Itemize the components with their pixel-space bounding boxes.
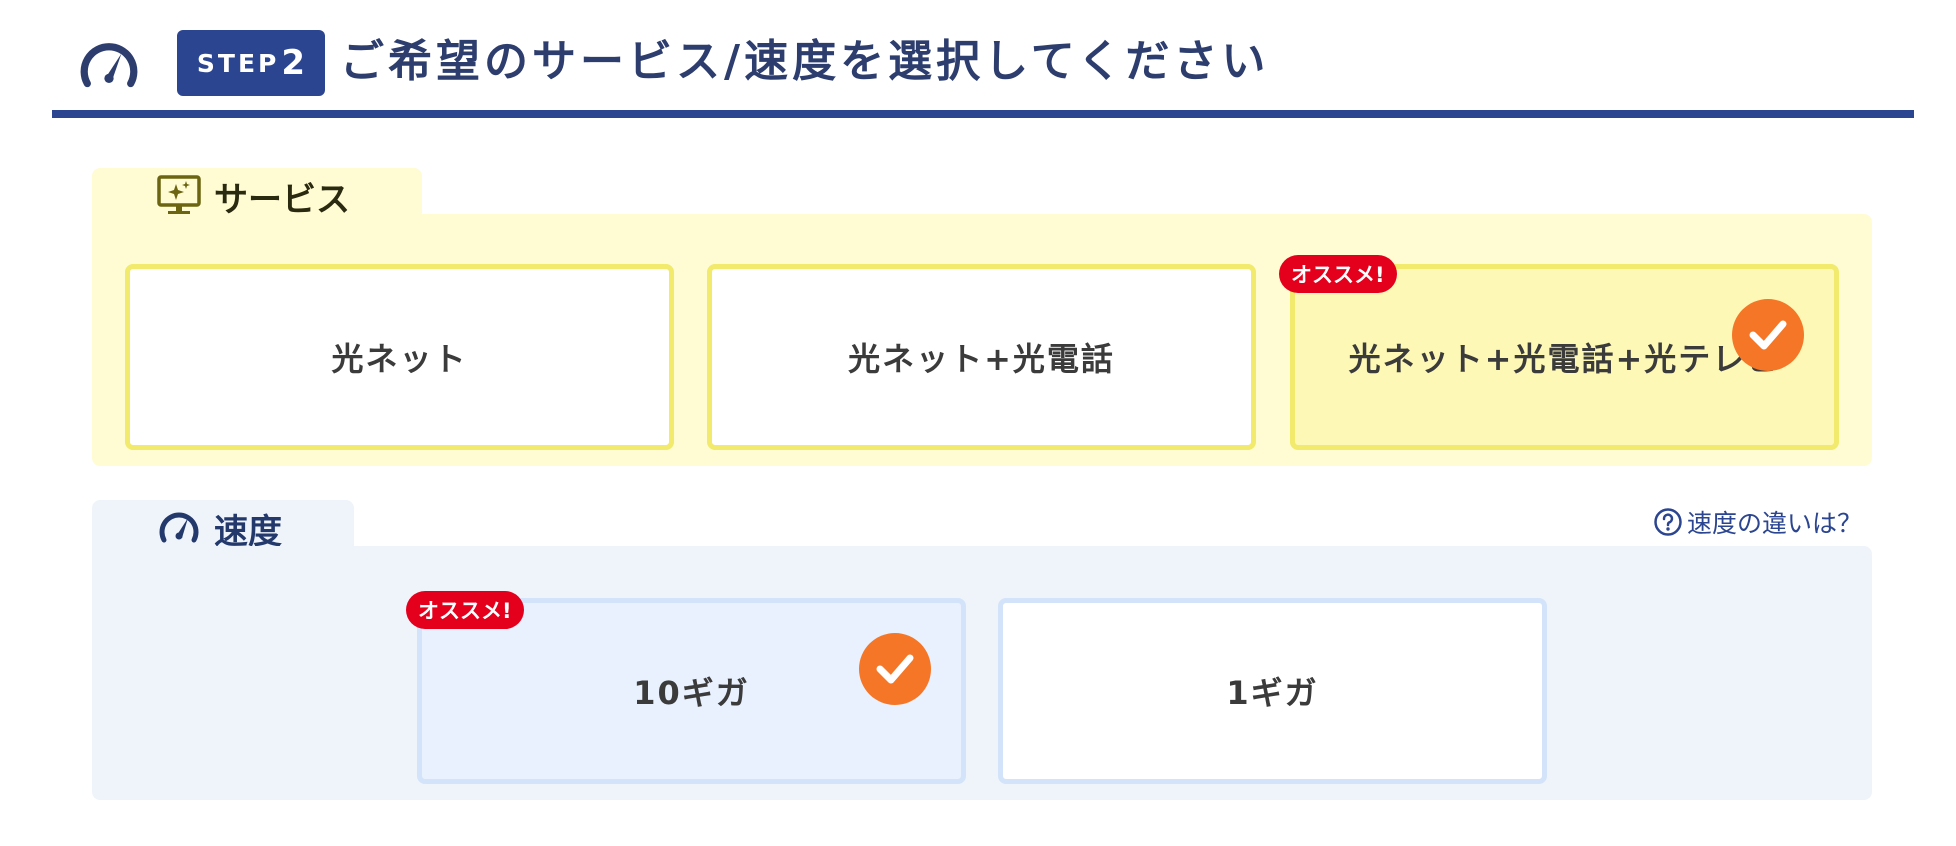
speedometer-icon (159, 512, 199, 543)
service-option-label: 光ネット+光電話 (848, 340, 1115, 378)
speed-section: 速度 速度の違いは？ 10ギガ オススメ! 1ギガ (92, 500, 1872, 800)
service-option-label: 光ネット (331, 340, 468, 378)
speedometer-icon (80, 43, 138, 88)
page-title: ご希望のサービス/速度を選択してください (340, 36, 1270, 87)
speed-option-label: 1ギガ (1226, 674, 1319, 712)
speed-option-10g[interactable]: 10ギガ オススメ! (406, 591, 966, 784)
plan-selection-step: STEP 2 ご希望のサービス/速度を選択してください サービス 光ネット 光ネ… (0, 0, 1956, 846)
step-badge: STEP 2 (177, 30, 325, 96)
step-header: STEP 2 ご希望のサービス/速度を選択してください (52, 26, 1914, 118)
speed-option-label: 10ギガ (633, 674, 750, 712)
service-option-net[interactable]: 光ネット (125, 264, 674, 450)
question-circle-icon (1654, 508, 1682, 536)
step-prefix: STEP (196, 48, 280, 78)
service-section: サービス 光ネット 光ネット+光電話 光ネット+光電話+光テレビ オススメ! (92, 168, 1872, 468)
recommend-badge: オススメ! (406, 591, 524, 629)
help-link-text: 速度の違いは？ (1686, 509, 1862, 538)
checkmark-icon (1732, 299, 1804, 371)
speed-option-1g[interactable]: 1ギガ (998, 598, 1547, 784)
speed-difference-link[interactable]: 速度の違いは？ (1653, 504, 1862, 540)
service-option-net-phone-tv[interactable]: 光ネット+光電話+光テレビ オススメ! (1279, 255, 1839, 450)
checkmark-icon (859, 633, 931, 705)
recommend-badge: オススメ! (1279, 255, 1397, 293)
service-option-label: 光ネット+光電話+光テレビ (1348, 340, 1781, 378)
service-option-net-phone[interactable]: 光ネット+光電話 (707, 264, 1256, 450)
monitor-sparkle-icon (157, 175, 201, 215)
header-divider (52, 110, 1914, 118)
step-number: 2 (281, 43, 306, 83)
speed-panel (92, 546, 1872, 800)
